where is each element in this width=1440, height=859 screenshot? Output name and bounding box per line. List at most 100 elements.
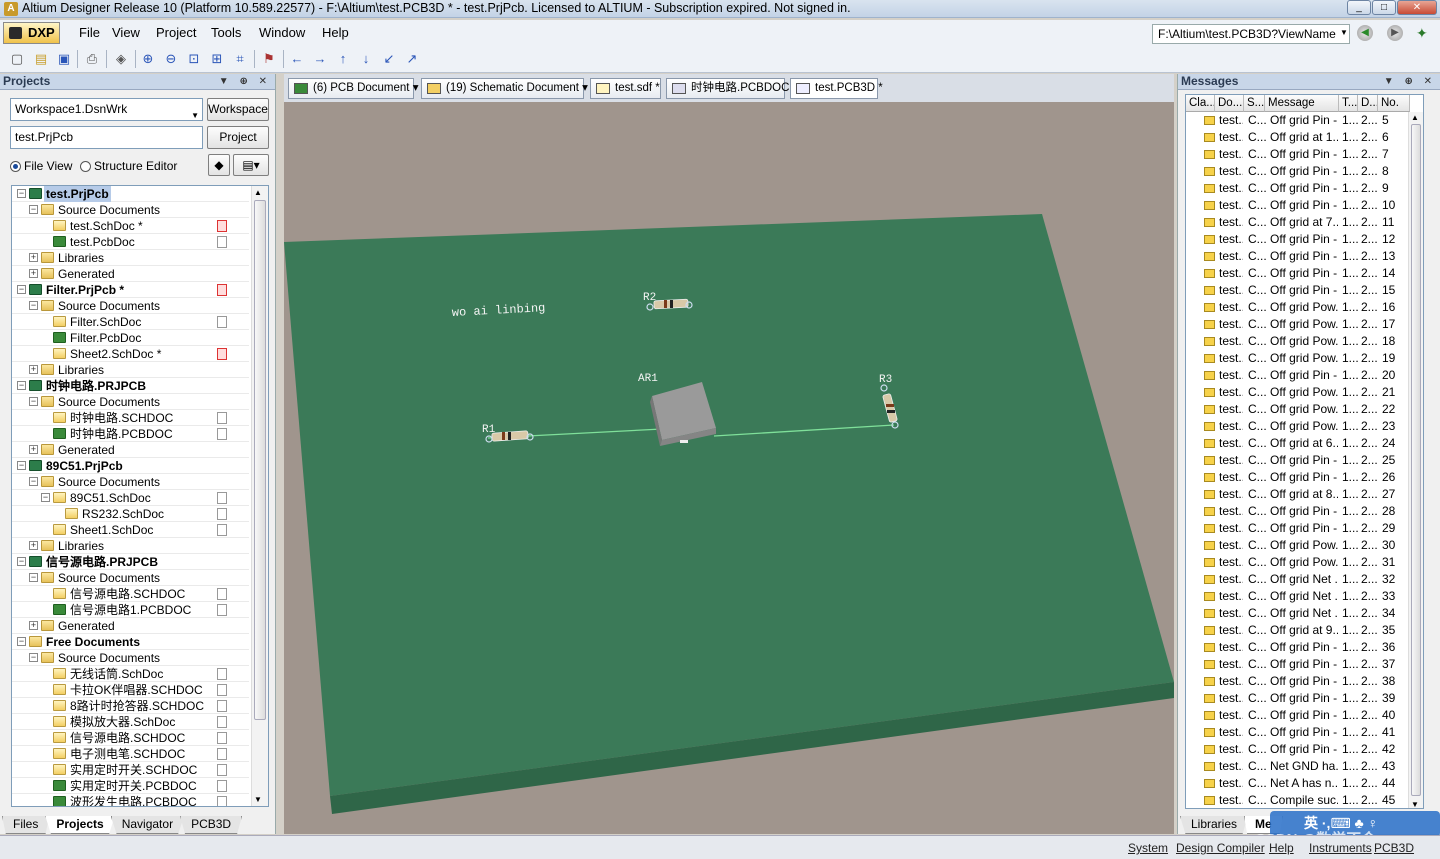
tree-item[interactable]: 无线话筒.SchDoc — [12, 666, 249, 682]
tree-item[interactable]: − test.PrjPcb — [12, 186, 249, 202]
tree-item[interactable]: − 89C51.SchDoc — [12, 490, 249, 506]
tree-item[interactable]: 实用定时开关.PCBDOC — [12, 778, 249, 794]
tree-scroll-thumb[interactable] — [254, 200, 266, 720]
tree-item[interactable]: RS232.SchDoc — [12, 506, 249, 522]
messages-scroll-thumb[interactable] — [1411, 124, 1421, 796]
settings-icon[interactable]: ✦ — [1416, 25, 1428, 42]
tree-item[interactable]: + Generated — [12, 442, 249, 458]
collapse-icon[interactable]: − — [17, 637, 26, 646]
message-row[interactable]: test... C... Off grid Pin -... 1...2... 37 — [1186, 656, 1423, 673]
menu-window[interactable]: Window — [259, 25, 305, 40]
expand-icon[interactable]: + — [29, 541, 38, 550]
add-doc-icon[interactable]: ▤▾ — [233, 154, 269, 176]
message-row[interactable]: test... C... Off grid Net ... 1...2... 32 — [1186, 571, 1423, 588]
project-button[interactable]: Project — [207, 126, 269, 149]
file-view-radio[interactable]: File View — [10, 159, 72, 173]
collapse-icon[interactable]: − — [29, 573, 38, 582]
col-time[interactable]: T... — [1339, 95, 1358, 112]
zoom-out-icon[interactable]: ⊖ — [163, 51, 179, 67]
tree-item[interactable]: + Libraries — [12, 362, 249, 378]
message-row[interactable]: test... C... Net GND ha... 1...2... 43 — [1186, 758, 1423, 775]
tree-item[interactable]: − Source Documents — [12, 570, 249, 586]
tree-item[interactable]: − 信号源电路.PRJPCB — [12, 554, 249, 570]
message-row[interactable]: test... C... Off grid Pin -... 1...2... 40 — [1186, 707, 1423, 724]
scroll-up-icon[interactable]: ▲ — [254, 188, 262, 197]
print-icon[interactable]: ⎙ — [84, 51, 100, 67]
arrow-right-icon[interactable]: → — [312, 51, 328, 67]
menu-project[interactable]: Project — [156, 25, 196, 40]
col-number[interactable]: No. — [1378, 95, 1410, 112]
col-date[interactable]: D... — [1358, 95, 1378, 112]
menu-file[interactable]: File — [79, 25, 100, 40]
expand-icon[interactable]: + — [29, 621, 38, 630]
message-row[interactable]: test... C... Off grid Pin -... 1...2... 10 — [1186, 197, 1423, 214]
message-row[interactable]: test... C... Off grid Pin -... 1...2... 38 — [1186, 673, 1423, 690]
message-row[interactable]: test... C... Off grid at 9... 1...2... 35 — [1186, 622, 1423, 639]
menu-view[interactable]: View — [112, 25, 140, 40]
collapse-icon[interactable]: − — [29, 205, 38, 214]
tree-item[interactable]: Sheet1.SchDoc — [12, 522, 249, 538]
project-field[interactable]: test.PrjPcb — [10, 126, 203, 149]
message-row[interactable]: test... C... Off grid at 6... 1...2... 24 — [1186, 435, 1423, 452]
message-row[interactable]: test... C... Off grid at 1... 1...2... 6 — [1186, 129, 1423, 146]
message-row[interactable]: test... C... Off grid Pin -... 1...2... 12 — [1186, 231, 1423, 248]
message-row[interactable]: test... C... Off grid Pow... 1...2... 21 — [1186, 384, 1423, 401]
arrow-up-right-icon[interactable]: ↗ — [404, 51, 420, 67]
tree-item[interactable]: − Source Documents — [12, 650, 249, 666]
tree-item[interactable]: + Libraries — [12, 250, 249, 266]
arrow-down-icon[interactable]: ↓ — [358, 51, 374, 67]
collapse-icon[interactable]: − — [17, 557, 26, 566]
tree-item[interactable]: − Source Documents — [12, 474, 249, 490]
tree-item[interactable]: 卡拉OK伴唱器.SCHDOC — [12, 682, 249, 698]
tab-pcb-documents[interactable]: (6) PCB Document ▾ — [288, 78, 418, 99]
message-row[interactable]: test... C... Off grid Net ... 1...2... 34 — [1186, 605, 1423, 622]
collapse-icon[interactable]: − — [29, 397, 38, 406]
tree-item[interactable]: − Source Documents — [12, 202, 249, 218]
tab-test-sdf[interactable]: test.sdf * — [590, 78, 661, 99]
message-row[interactable]: test... C... Compile suc... 1...2... 45 — [1186, 792, 1423, 808]
message-row[interactable]: test... C... Off grid Pow... 1...2... 16 — [1186, 299, 1423, 316]
tab-clock-pcbdoc[interactable]: 时钟电路.PCBDOC — [666, 78, 789, 99]
message-row[interactable]: test... C... Off grid Pow... 1...2... 30 — [1186, 537, 1423, 554]
minimize-button[interactable]: _ — [1347, 0, 1371, 15]
pcb-3d-view[interactable]: wo ai linbing R1 R2 R3 AR1 — [284, 102, 1174, 834]
message-row[interactable]: test... C... Off grid Pin -... 1...2... 26 — [1186, 469, 1423, 486]
tree-item[interactable]: 模拟放大器.SchDoc — [12, 714, 249, 730]
tree-item[interactable]: 信号源电路.SCHDOC — [12, 730, 249, 746]
tab-test-pcb3d[interactable]: test.PCB3D * — [790, 78, 883, 99]
collapse-icon[interactable]: − — [29, 301, 38, 310]
arrow-down-left-icon[interactable]: ↙ — [381, 51, 397, 67]
tab-files[interactable]: Files — [2, 816, 50, 834]
message-row[interactable]: test... C... Off grid Pin -... 1...2... 14 — [1186, 265, 1423, 282]
tab-pcb3d[interactable]: PCB3D — [180, 816, 243, 834]
message-row[interactable]: test... C... Off grid Pin -... 1...2... 42 — [1186, 741, 1423, 758]
tree-item[interactable]: − Source Documents — [12, 394, 249, 410]
zoom-fit-icon[interactable]: ⊡ — [186, 51, 202, 67]
status-help[interactable]: Help — [1269, 841, 1294, 855]
message-row[interactable]: test... C... Off grid Pin -... 1...2... 29 — [1186, 520, 1423, 537]
message-row[interactable]: test... C... Off grid Pin -... 1...2... 15 — [1186, 282, 1423, 299]
message-row[interactable]: test... C... Off grid Pow... 1...2... 22 — [1186, 401, 1423, 418]
message-row[interactable]: test... C... Off grid Pow... 1...2... 23 — [1186, 418, 1423, 435]
message-row[interactable]: test... C... Off grid at 8... 1...2... 27 — [1186, 486, 1423, 503]
tree-item[interactable]: − 时钟电路.PRJPCB — [12, 378, 249, 394]
tree-item[interactable]: + Generated — [12, 618, 249, 634]
message-row[interactable]: test... C... Off grid Pin -... 1...2... 41 — [1186, 724, 1423, 741]
tree-scrollbar[interactable]: ▲ ▼ — [251, 186, 268, 806]
tab-navigator[interactable]: Navigator — [110, 816, 185, 834]
status-design-compiler[interactable]: Design Compiler — [1176, 841, 1265, 855]
arrow-up-icon[interactable]: ↑ — [335, 51, 351, 67]
workspace-button[interactable]: Workspace — [207, 98, 269, 121]
workspace-select[interactable]: Workspace1.DsnWrk ▼ — [10, 98, 203, 121]
tree-item[interactable]: + Generated — [12, 266, 249, 282]
tree-item[interactable]: 实用定时开关.SCHDOC — [12, 762, 249, 778]
collapse-icon[interactable]: − — [41, 493, 50, 502]
message-row[interactable]: test... C... Off grid Pin -... 1...2... 8 — [1186, 163, 1423, 180]
tab-projects[interactable]: Projects — [45, 816, 115, 834]
expand-icon[interactable]: + — [29, 445, 38, 454]
dxp-menu-button[interactable]: DXP — [3, 22, 60, 44]
tree-item[interactable]: 时钟电路.PCBDOC — [12, 426, 249, 442]
zoom-selected-icon[interactable]: ⌗ — [232, 51, 248, 67]
message-row[interactable]: test... C... Off grid Pin -... 1...2... 7 — [1186, 146, 1423, 163]
message-row[interactable]: test... C... Off grid Pow... 1...2... 18 — [1186, 333, 1423, 350]
